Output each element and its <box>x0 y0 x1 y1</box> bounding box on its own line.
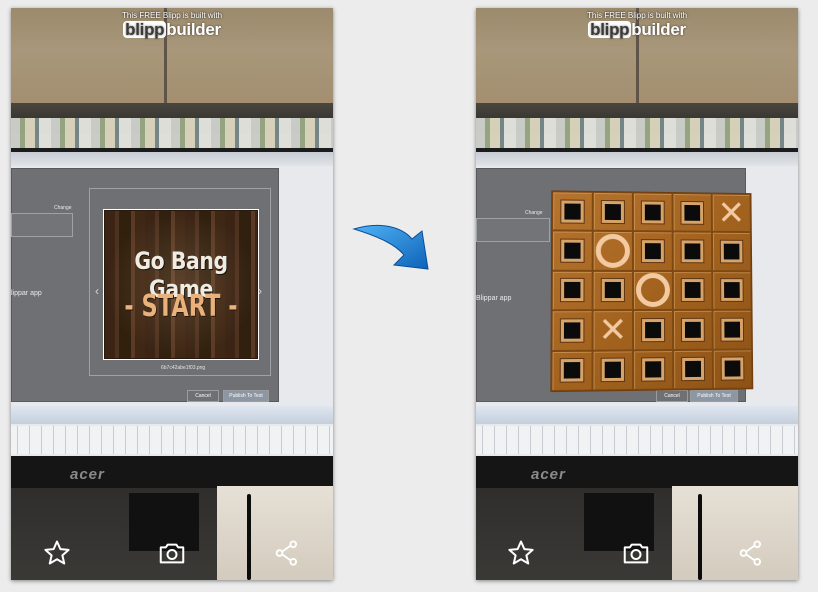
board-cell[interactable] <box>551 270 593 311</box>
board-cell[interactable]: ✕ <box>592 309 634 351</box>
empty-slot <box>645 361 662 378</box>
cancel-button[interactable]: Cancel <box>656 390 688 402</box>
board-cell[interactable] <box>632 192 673 232</box>
blippbuilder-header: This FREE Blipp is built with blipp build… <box>476 8 798 42</box>
header-tagline: This FREE Blipp is built with <box>586 11 688 20</box>
app-label: Blippar app <box>476 295 512 302</box>
empty-slot <box>563 362 581 379</box>
screen-text-row <box>476 426 798 454</box>
header-tagline: This FREE Blipp is built with <box>121 11 223 20</box>
publish-button[interactable]: Publish To Test <box>223 390 269 402</box>
change-label: Change <box>54 205 72 211</box>
board-cell[interactable]: ✕ <box>711 193 751 233</box>
chevron-right-icon[interactable]: › <box>258 284 262 298</box>
star-icon[interactable] <box>42 538 72 568</box>
publish-button[interactable]: Publish To Test <box>690 390 738 402</box>
dialog-field <box>476 218 550 242</box>
filename-label: 6b7c42abe1f03.png <box>161 365 206 371</box>
monitor-brand: acer <box>531 466 566 483</box>
board-cell[interactable] <box>672 231 713 271</box>
board-cell[interactable] <box>551 230 593 271</box>
screen-strip <box>11 152 333 166</box>
change-label: Change <box>525 210 543 216</box>
browser-bar <box>11 406 333 424</box>
x-piece: ✕ <box>598 309 628 351</box>
board-cell[interactable] <box>592 349 634 391</box>
chevron-left-icon[interactable]: ‹ <box>95 284 99 298</box>
empty-slot <box>604 361 621 379</box>
board-cell[interactable] <box>672 193 712 233</box>
empty-slot <box>723 243 740 260</box>
o-piece <box>634 272 672 309</box>
start-button[interactable]: - START - <box>124 289 238 324</box>
board-cell[interactable] <box>551 310 593 351</box>
gobang-board[interactable]: ✕ ✕ <box>550 190 754 393</box>
phone-screenshot-board: Change Blippar app Cancel Publish To Tes… <box>476 8 798 580</box>
board-cell[interactable] <box>672 310 713 350</box>
empty-slot <box>564 282 581 299</box>
empty-slot <box>724 282 740 299</box>
board-cell[interactable] <box>712 309 752 350</box>
empty-slot <box>684 204 701 221</box>
camera-objects <box>476 118 798 150</box>
logo-blipp: blipp <box>123 20 167 39</box>
empty-slot <box>563 322 581 339</box>
board-cell[interactable] <box>633 349 674 390</box>
share-icon[interactable] <box>736 538 766 568</box>
go-bang-start-card[interactable]: Go Bang Game - START - <box>104 210 258 359</box>
phone-screenshot-start: Change lippar app 6b7c42abe1f03.png Canc… <box>11 8 333 580</box>
board-cell[interactable] <box>712 270 752 311</box>
empty-slot <box>564 203 581 220</box>
camera-icon[interactable] <box>157 538 187 568</box>
board-cell[interactable] <box>592 191 633 232</box>
empty-slot <box>644 204 661 221</box>
x-piece: ✕ <box>717 193 746 233</box>
empty-slot <box>604 203 621 220</box>
logo-builder: builder <box>166 20 221 39</box>
board-cell[interactable] <box>632 270 673 311</box>
empty-slot <box>604 282 621 299</box>
bottom-toolbar <box>11 528 333 572</box>
blippbuilder-logo: blipp builder <box>11 20 333 40</box>
screen-text-row <box>11 426 333 454</box>
board-cell[interactable] <box>672 270 713 311</box>
board-cell[interactable] <box>673 349 714 390</box>
empty-slot <box>644 243 661 260</box>
star-icon[interactable] <box>506 538 536 568</box>
camera-icon[interactable] <box>621 538 651 568</box>
board-cell[interactable] <box>711 232 752 272</box>
logo-builder: builder <box>631 20 686 39</box>
empty-slot <box>564 242 581 259</box>
board-cell[interactable] <box>633 310 674 350</box>
empty-slot <box>684 243 701 260</box>
browser-bar <box>476 406 798 424</box>
screen-strip <box>476 152 798 166</box>
empty-slot <box>685 361 702 378</box>
empty-slot <box>724 360 741 377</box>
camera-objects <box>11 118 333 150</box>
board-cell[interactable] <box>712 348 753 389</box>
empty-slot <box>684 321 701 338</box>
empty-slot <box>684 282 701 299</box>
board-cell[interactable] <box>592 231 633 271</box>
dialog-field <box>11 213 73 237</box>
cancel-button[interactable]: Cancel <box>187 390 219 402</box>
logo-blipp: blipp <box>588 20 632 39</box>
arrow-right-icon <box>350 219 434 275</box>
blippbuilder-header: This FREE Blipp is built with blipp build… <box>11 8 333 42</box>
board-cell[interactable] <box>592 270 634 311</box>
board-cell[interactable] <box>552 191 593 232</box>
empty-slot <box>724 321 741 338</box>
bottom-toolbar <box>476 528 798 572</box>
board-cell[interactable] <box>632 231 673 271</box>
app-label: lippar app <box>11 290 42 297</box>
o-piece <box>594 232 632 270</box>
blippbuilder-logo: blipp builder <box>476 20 798 40</box>
share-icon[interactable] <box>272 538 302 568</box>
monitor-brand: acer <box>70 466 105 483</box>
empty-slot <box>645 321 662 339</box>
board-cell[interactable] <box>551 350 593 392</box>
